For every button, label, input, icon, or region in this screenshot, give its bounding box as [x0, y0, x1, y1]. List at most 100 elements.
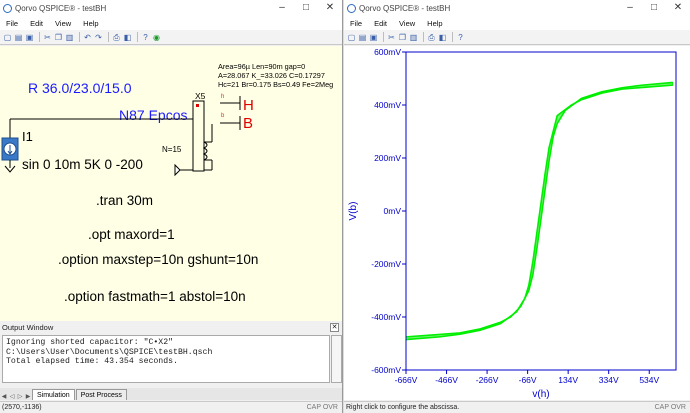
tab-prev-icon[interactable]: ◁ — [8, 393, 16, 400]
y-tick-label: 0mV — [384, 206, 402, 216]
toolbar-separator — [108, 32, 109, 42]
menu-file[interactable]: File — [0, 19, 24, 28]
menu-help[interactable]: Help — [77, 19, 104, 28]
minimize-button[interactable]: – — [270, 0, 294, 16]
log-line: C:\Users\User\Documents\QSPICE\testBH.qs… — [6, 347, 213, 357]
y-tick-label: 200mV — [374, 153, 401, 163]
x-tick-label: 134V — [558, 375, 578, 385]
toolbar-separator — [383, 32, 384, 42]
copy-icon[interactable]: ❐ — [398, 33, 407, 42]
y-tick-label: -600mV — [371, 365, 401, 375]
toolbar: ▢ ▤ ▣ ✂ ❐ ▥ ⎙ ◧ ? — [344, 30, 690, 45]
tab-first-icon[interactable]: ◀ — [0, 393, 8, 400]
window-title: Qorvo QSPICE® - testBH — [359, 3, 451, 13]
menu-view[interactable]: View — [49, 19, 77, 28]
toolbar-separator — [423, 32, 424, 42]
qspice-app-icon — [347, 3, 356, 13]
tab-simulation[interactable]: Simulation — [32, 389, 75, 400]
waveform-plot[interactable]: -666V -466V -266V -66V 134V 334V 534V 600mV 400… — [344, 46, 690, 400]
title-bar: Qorvo QSPICE® - testBH – □ ✕ — [344, 0, 690, 16]
keyboard-status: CAP OVR — [306, 404, 338, 411]
status-bar: (2570,-1136) CAP OVR — [0, 401, 342, 413]
log-line: Total elapsed time: 43.354 seconds. — [6, 357, 178, 367]
output-window-title: Output Window — [2, 323, 54, 332]
redo-icon[interactable]: ↷ — [94, 33, 103, 42]
waveform-window: Qorvo QSPICE® - testBH – □ ✕ File Edit V… — [344, 0, 690, 413]
menu-bar: File Edit View Help — [0, 16, 342, 30]
save-icon[interactable]: ▣ — [369, 33, 378, 42]
menu-file[interactable]: File — [344, 19, 368, 28]
copy-icon[interactable]: ❐ — [54, 33, 63, 42]
x-tick-layer: -666V -466V -266V -66V 134V 334V 534V — [395, 370, 659, 385]
close-button[interactable]: ✕ — [666, 0, 690, 16]
toolbar-separator — [137, 32, 138, 42]
y-tick-label: -400mV — [371, 312, 401, 322]
toolbar-separator — [452, 32, 453, 42]
pin-marker — [196, 104, 199, 107]
core-body — [192, 100, 205, 172]
x-tick-label: -466V — [435, 375, 458, 385]
run-icon[interactable]: ◉ — [152, 33, 161, 42]
bh-curve-chart[interactable]: -666V -466V -266V -66V 134V 334V 534V 600mV 400… — [344, 46, 690, 400]
minimize-button[interactable]: – — [618, 0, 642, 16]
schematic-wires — [1, 96, 241, 177]
x-tick-label: 334V — [599, 375, 619, 385]
x-tick-label: -266V — [476, 375, 499, 385]
toolbar-separator — [39, 32, 40, 42]
undo-icon[interactable]: ↶ — [83, 33, 92, 42]
keyboard-status: CAP OVR — [654, 404, 686, 411]
help-icon[interactable]: ? — [456, 33, 465, 42]
open-file-icon[interactable]: ▤ — [358, 33, 367, 42]
y-tick-layer: 600mV 400mV 200mV 0mV -200mV -400mV -600mV — [371, 47, 406, 375]
print-icon[interactable]: ⎙ — [112, 33, 121, 42]
open-file-icon[interactable]: ▤ — [14, 33, 23, 42]
menu-edit[interactable]: Edit — [24, 19, 49, 28]
output-window-header: Output Window ✕ — [0, 322, 342, 334]
output-tabs: ◀ ◁ ▷ ▶ Simulation Post Process — [0, 388, 342, 400]
maximize-button[interactable]: □ — [642, 0, 666, 16]
ground-arrow — [174, 163, 181, 177]
print-preview-icon[interactable]: ◧ — [123, 33, 132, 42]
print-icon[interactable]: ⎙ — [427, 33, 436, 42]
toolbar: ▢ ▤ ▣ ✂ ❐ ▥ ↶ ↷ ⎙ ◧ ? ◉ — [0, 30, 342, 45]
tab-next-icon[interactable]: ▷ — [16, 393, 24, 400]
new-file-icon[interactable]: ▢ — [3, 33, 12, 42]
output-scrollbar[interactable] — [331, 335, 342, 383]
y-tick-label: 600mV — [374, 47, 401, 57]
cut-icon[interactable]: ✂ — [387, 33, 396, 42]
cut-icon[interactable]: ✂ — [43, 33, 52, 42]
menu-edit[interactable]: Edit — [368, 19, 393, 28]
help-icon[interactable]: ? — [141, 33, 150, 42]
schematic-canvas[interactable]: R 36.0/23.0/15.0 N87 Epcos X5 Area=96µ L… — [0, 46, 342, 321]
x-axis-label[interactable]: v(h) — [532, 389, 549, 400]
tab-last-icon[interactable]: ▶ — [24, 393, 32, 400]
print-preview-icon[interactable]: ◧ — [438, 33, 447, 42]
qspice-app-icon — [3, 3, 12, 13]
maximize-button[interactable]: □ — [294, 0, 318, 16]
status-message: Right click to configure the abscissa. — [346, 404, 460, 411]
new-file-icon[interactable]: ▢ — [347, 33, 356, 42]
y-axis-label[interactable]: V(b) — [348, 202, 359, 221]
menu-bar: File Edit View Help — [344, 16, 690, 30]
series-layer — [405, 81, 674, 341]
save-icon[interactable]: ▣ — [25, 33, 34, 42]
x-tick-label: -66V — [519, 375, 537, 385]
x-tick-label: -666V — [395, 375, 418, 385]
cursor-coordinates: (2570,-1136) — [2, 404, 42, 411]
schematic-window: Qorvo QSPICE® - testBH – □ ✕ File Edit V… — [0, 0, 343, 413]
window-title: Qorvo QSPICE® - testBH — [15, 3, 107, 13]
current-source-symbol — [1, 137, 19, 173]
toolbar-separator — [79, 32, 80, 42]
close-button[interactable]: ✕ — [318, 0, 342, 16]
tab-post-process[interactable]: Post Process — [75, 389, 127, 400]
menu-view[interactable]: View — [393, 19, 421, 28]
output-log[interactable]: Ignoring shorted capacitor: "C•X2" C:\Use… — [2, 335, 330, 383]
output-window: Output Window ✕ Ignoring shorted capacit… — [0, 322, 342, 400]
paste-icon[interactable]: ▥ — [409, 33, 418, 42]
title-bar: Qorvo QSPICE® - testBH – □ ✕ — [0, 0, 342, 16]
menu-help[interactable]: Help — [421, 19, 448, 28]
y-tick-label: 400mV — [374, 100, 401, 110]
output-close-icon[interactable]: ✕ — [330, 323, 339, 332]
paste-icon[interactable]: ▥ — [65, 33, 74, 42]
y-tick-label: -200mV — [371, 259, 401, 269]
